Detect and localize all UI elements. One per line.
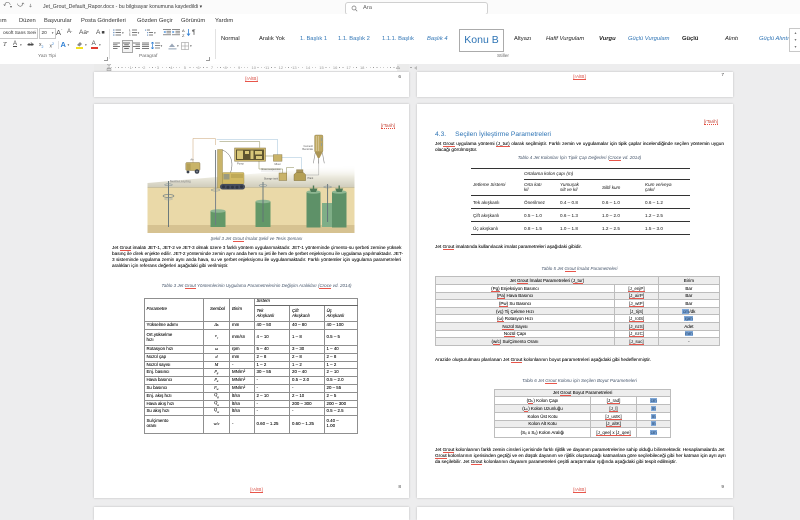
svg-text:Plant: Plant	[308, 177, 314, 180]
svg-text:Bentonite: Bentonite	[302, 148, 313, 151]
svg-text:Mixer: Mixer	[275, 162, 281, 166]
svg-text:Pump: Pump	[237, 162, 244, 166]
svg-text:Air: Air	[190, 158, 193, 162]
svg-text:Backflow recycling: Backflow recycling	[170, 180, 191, 183]
svg-text:Storage tank: Storage tank	[264, 178, 279, 181]
svg-text:Grout suspension: Grout suspension	[261, 168, 281, 171]
svg-text:Z: Z	[182, 33, 185, 37]
svg-text:3: 3	[129, 34, 131, 36]
